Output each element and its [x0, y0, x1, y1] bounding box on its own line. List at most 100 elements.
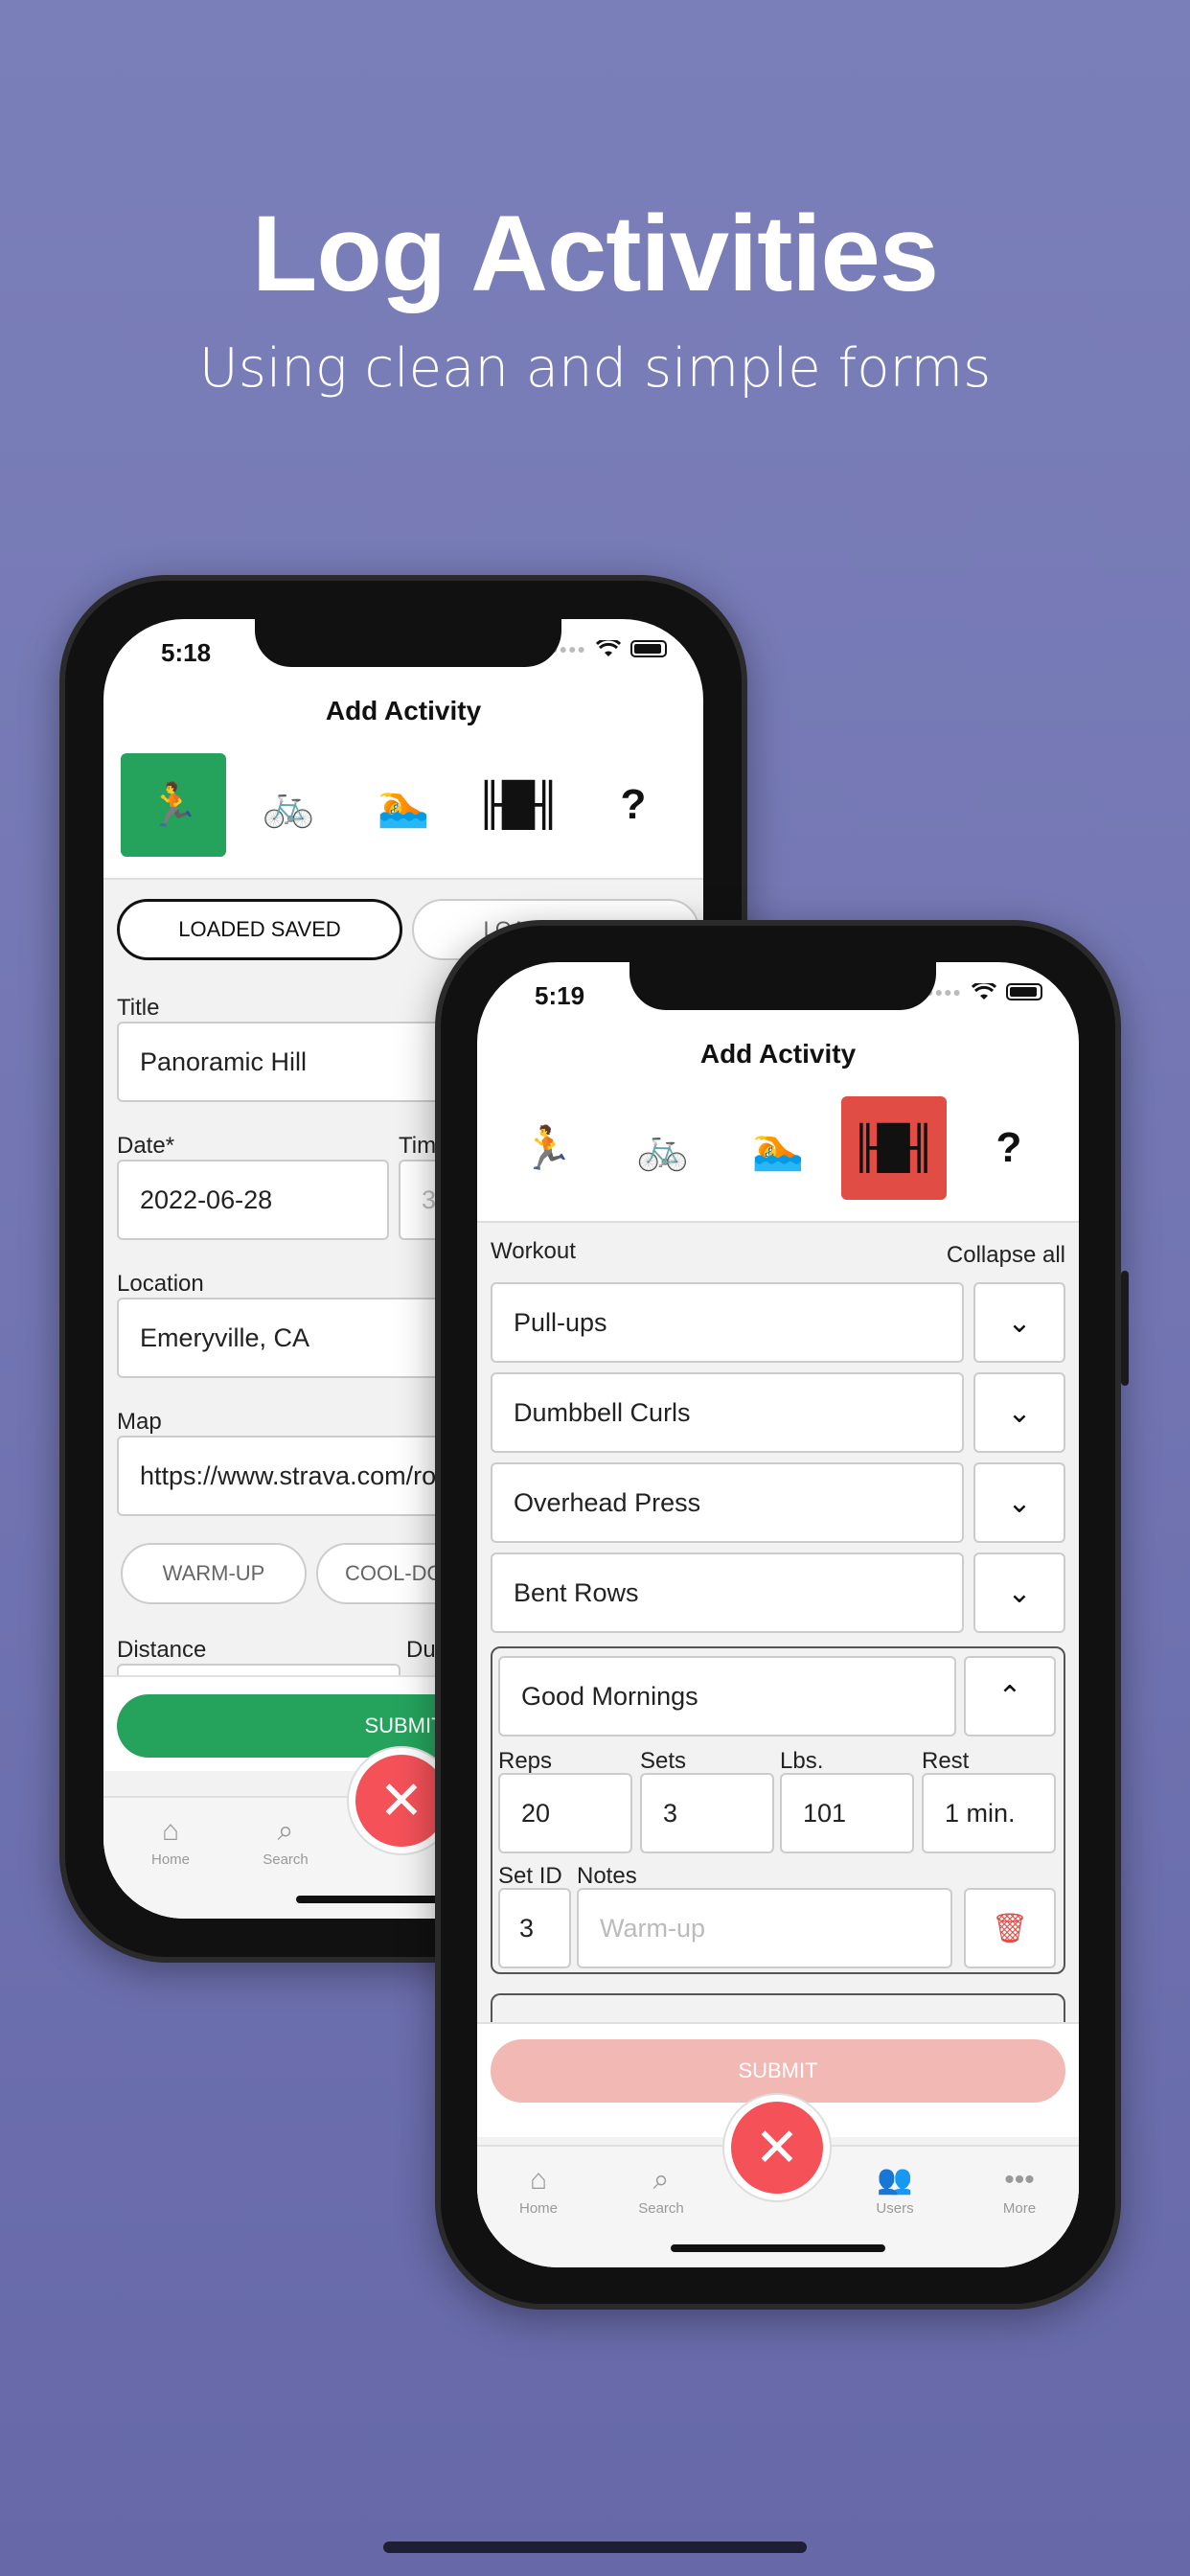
battery-icon [1006, 983, 1042, 1000]
phone-front-screen: 5:19 ●●●● Add Activity 🏃 🚲 🏊 ╟█╢ ? Worko… [477, 962, 1079, 2267]
setid-field[interactable]: 3 [498, 1888, 571, 1968]
chevron-down-icon: ⌄ [1007, 1485, 1032, 1520]
tab-home-label: Home [518, 2200, 558, 2217]
running-icon: 🏃 [147, 781, 200, 830]
expand-button[interactable]: ⌄ [973, 1552, 1065, 1633]
subline: Using clean and simple forms [198, 337, 992, 400]
device-home-indicator [383, 2542, 807, 2553]
notch [255, 619, 561, 667]
rest-field[interactable]: 1 min. [922, 1773, 1056, 1853]
swimming-type-button[interactable]: 🏊 [351, 753, 456, 857]
title-label: Title [117, 995, 160, 1021]
activity-type-bar: 🏃 🚲 🏊 ╟█╢ ? [121, 753, 686, 857]
status-time: 5:19 [535, 981, 585, 1010]
date-field[interactable]: 2022-06-28 [117, 1160, 389, 1240]
tab-search[interactable]: ⌕ Search [613, 2160, 709, 2217]
tab-home[interactable]: ⌂ Home [491, 2160, 586, 2217]
expand-button[interactable]: ⌄ [973, 1462, 1065, 1543]
running-type-button[interactable]: 🏃 [121, 753, 226, 857]
tab-search-label: Search [263, 1852, 309, 1868]
running-type-button[interactable]: 🏃 [494, 1096, 600, 1200]
chevron-up-icon: ⌃ [997, 1679, 1022, 1714]
weights-type-button[interactable]: ╟█╢ [466, 753, 571, 857]
exercise-field[interactable]: Dumbbell Curls [491, 1372, 964, 1453]
warmup-button[interactable]: WARM-UP [121, 1543, 307, 1604]
headline: Log Activities [251, 194, 939, 313]
workout-label: Workout [491, 1238, 576, 1264]
exercise-field[interactable]: Overhead Press [491, 1462, 964, 1543]
sets-field[interactable]: 3 [640, 1773, 774, 1853]
cycling-icon: 🚲 [636, 1124, 689, 1173]
submit-button[interactable]: SUBMIT [491, 2039, 1065, 2103]
nav-title: Add Activity [325, 696, 482, 725]
date-label: Date* [117, 1133, 175, 1159]
chevron-down-icon: ⌄ [1007, 1305, 1032, 1340]
map-label: Map [117, 1409, 162, 1435]
other-type-button[interactable]: ? [581, 753, 686, 857]
rest-label: Rest [922, 1748, 970, 1774]
weights-type-button[interactable]: ╟█╢ [840, 1096, 947, 1200]
swimming-type-button[interactable]: 🏊 [725, 1096, 831, 1200]
tab-users-label: Users [876, 2200, 914, 2217]
nav-title: Add Activity [699, 1039, 857, 1069]
wifi-icon [972, 983, 996, 1000]
wifi-icon [596, 640, 621, 656]
cycling-type-button[interactable]: 🚲 [610, 1096, 716, 1200]
collapse-button[interactable]: ⌃ [964, 1656, 1056, 1736]
cycling-type-button[interactable]: 🚲 [236, 753, 341, 857]
running-icon: 🏃 [520, 1124, 574, 1173]
tab-users[interactable]: 👥 Users [847, 2160, 943, 2217]
tab-more[interactable]: ••• More [972, 2160, 1067, 2217]
tab-search-label: Search [638, 2200, 684, 2217]
location-label: Location [117, 1271, 204, 1297]
tab-home[interactable]: ⌂ Home [123, 1811, 218, 1868]
chevron-down-icon: ⌄ [1007, 1576, 1032, 1610]
lbs-label: Lbs. [780, 1748, 824, 1774]
more-icon: ••• [1004, 2164, 1035, 2196]
notch [629, 962, 936, 1010]
setid-label: Set ID [498, 1863, 562, 1889]
collapse-all-button[interactable]: Collapse all [947, 1242, 1065, 1269]
activity-type-bar: 🏃 🚲 🏊 ╟█╢ ? [494, 1096, 1062, 1200]
home-icon: ⌂ [529, 2164, 548, 2196]
tab-home-label: Home [150, 1852, 190, 1868]
weights-icon: ╟█╢ [476, 780, 561, 830]
exercise-field[interactable]: Good Mornings [498, 1656, 956, 1736]
search-icon: ⌕ [277, 1815, 294, 1847]
notes-label: Notes [577, 1863, 637, 1889]
question-icon: ? [620, 781, 647, 828]
notes-field[interactable]: Warm-up [577, 1888, 952, 1968]
exercise-field[interactable]: Bent Rows [491, 1552, 964, 1633]
exercise-field[interactable]: Pull-ups [491, 1282, 964, 1363]
trash-icon: 🗑 [991, 1911, 1029, 1945]
delete-set-button[interactable]: 🗑 [964, 1888, 1056, 1968]
lbs-field[interactable]: 101 [780, 1773, 914, 1853]
distance-label: Distance [117, 1637, 207, 1663]
weights-icon: ╟█╢ [852, 1123, 935, 1173]
other-type-button[interactable]: ? [956, 1096, 1062, 1200]
cycling-icon: 🚲 [262, 781, 315, 830]
users-icon: 👥 [877, 2164, 913, 2196]
reps-label: Reps [498, 1748, 553, 1774]
swimming-icon: 🏊 [377, 781, 430, 830]
expanded-exercise-card: Good Mornings ⌃ Reps Sets Lbs. Rest 20 3… [491, 1646, 1065, 1974]
question-icon: ? [995, 1124, 1022, 1171]
chevron-down-icon: ⌄ [1007, 1395, 1032, 1430]
swimming-icon: 🏊 [751, 1124, 805, 1173]
status-time: 5:18 [161, 638, 212, 667]
expand-button[interactable]: ⌄ [973, 1372, 1065, 1453]
battery-icon [630, 640, 667, 657]
close-fab-button[interactable]: ✕ [724, 2095, 830, 2200]
loaded-saved-button[interactable]: LOADED SAVED [117, 899, 402, 960]
tab-search[interactable]: ⌕ Search [238, 1811, 333, 1868]
tab-more-label: More [1002, 2200, 1037, 2217]
power-button [1121, 1271, 1129, 1386]
close-icon: ✕ [754, 2116, 800, 2179]
home-indicator [671, 2244, 885, 2252]
close-icon: ✕ [378, 1769, 424, 1832]
phone-front: 5:19 ●●●● Add Activity 🏃 🚲 🏊 ╟█╢ ? Worko… [435, 920, 1129, 2310]
expand-button[interactable]: ⌄ [973, 1282, 1065, 1363]
sets-label: Sets [640, 1748, 687, 1774]
reps-field[interactable]: 20 [498, 1773, 632, 1853]
home-icon: ⌂ [161, 1815, 180, 1847]
